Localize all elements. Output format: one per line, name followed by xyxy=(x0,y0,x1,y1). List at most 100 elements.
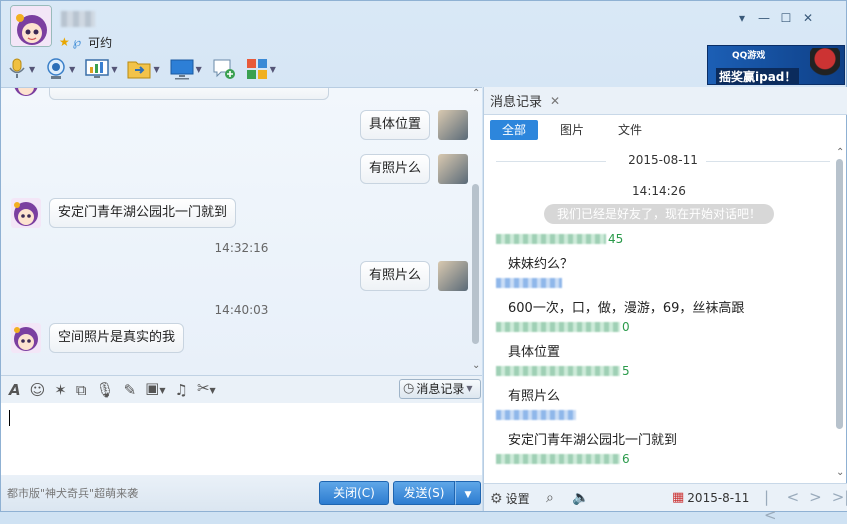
chevron-down-icon[interactable]: ▼ xyxy=(153,65,159,74)
tab-message-history[interactable]: 消息记录 ✕ xyxy=(490,91,560,111)
history-settings-button[interactable]: ⚙ 设置 xyxy=(490,490,530,507)
scroll-down-icon[interactable]: ⌄ xyxy=(472,360,480,371)
message-row-right: 有照片么 xyxy=(359,154,468,184)
history-sender: 45 xyxy=(496,232,623,246)
history-message[interactable]: 具体位置 xyxy=(508,341,560,360)
screen-share-icon xyxy=(85,59,110,78)
qq-chat-window: ★ ℘ 可约 ▾ — ☐ ✕ QQ游戏 摇奖赢ipad！ ▼ ▼ ▼ ▼ ▼ ▼… xyxy=(0,0,847,524)
doodle-icon[interactable]: ✎ xyxy=(124,381,137,399)
next-page-icon[interactable]: > xyxy=(809,488,822,524)
app-center-button[interactable]: ▼ xyxy=(246,58,276,80)
contact-mini-avatar xyxy=(11,88,41,98)
history-message[interactable]: 妹妹约么？ xyxy=(508,253,573,272)
close-button[interactable]: 关闭(C) xyxy=(319,481,389,505)
menu-down-icon[interactable]: ▾ xyxy=(731,9,753,27)
history-date-picker[interactable]: ▦ 2015-8-11 xyxy=(672,490,749,505)
history-scrollbar[interactable]: ⌃ ⌄ xyxy=(834,147,846,483)
voice-icon[interactable]: 🎙 xyxy=(96,381,115,399)
message-history-label: 消息记录 xyxy=(416,382,465,396)
history-message[interactable]: 600一次，口，做，漫游，69，丝袜高跟 xyxy=(508,297,744,316)
scroll-up-icon[interactable]: ⌃ xyxy=(472,88,480,99)
music-icon[interactable]: ♫ xyxy=(175,381,188,399)
sender-name-blurred xyxy=(496,234,606,244)
gear-icon: ⚙ xyxy=(490,490,503,507)
scroll-up-icon[interactable]: ⌃ xyxy=(836,147,844,158)
chevron-down-icon[interactable]: ▼ xyxy=(270,65,276,74)
maximize-icon[interactable]: ☐ xyxy=(775,9,797,27)
prev-page-icon[interactable]: < xyxy=(787,488,800,524)
history-message[interactable]: 安定门青年湖公园北一门就到 xyxy=(508,429,677,448)
history-tab-title: 消息记录 xyxy=(490,95,543,110)
minimize-icon[interactable]: — xyxy=(753,9,775,27)
remote-desktop-icon xyxy=(170,59,194,80)
close-icon[interactable]: ✕ xyxy=(797,9,819,27)
ad-banner[interactable]: QQ游戏 摇奖赢ipad！ xyxy=(707,45,845,85)
promo-link[interactable]: 都市版"神犬奇兵"超萌来袭 xyxy=(7,485,138,501)
message-area[interactable]: 具体位置 有照片么 安定门青年湖公园北一门就到 14:32:16 有照片么 14… xyxy=(1,87,482,375)
message-history-button[interactable]: ◷ 消息记录 ▼ xyxy=(399,379,481,399)
history-bottom-date: 2015-8-11 xyxy=(687,490,750,505)
video-call-button[interactable]: ▼ xyxy=(45,58,75,80)
system-message: 我们已经是好友了，现在开始对话吧！ xyxy=(544,204,774,224)
message-bubble[interactable]: 有照片么 xyxy=(359,154,430,184)
chevron-down-icon[interactable]: ▼ xyxy=(29,65,35,74)
scrollbar-thumb[interactable] xyxy=(836,159,843,429)
message-bubble[interactable]: 有照片么 xyxy=(359,261,430,291)
close-icon[interactable]: ✕ xyxy=(550,94,560,108)
message-row-right: 具体位置 xyxy=(359,110,468,140)
create-discussion-button[interactable] xyxy=(212,58,236,80)
ad-logo: QQ游戏 xyxy=(732,51,766,61)
message-bubble[interactable]: 具体位置 xyxy=(359,110,430,140)
send-button[interactable]: 发送(S) xyxy=(393,481,455,505)
history-sender xyxy=(496,408,576,422)
sender-name-blurred xyxy=(496,410,576,420)
create-discussion-icon xyxy=(213,59,235,79)
history-sender: 6 xyxy=(496,452,630,466)
call-toolbar: ▼ ▼ ▼ ▼ ▼ ▼ xyxy=(7,55,276,83)
scissors-icon[interactable]: ✂▼ xyxy=(197,379,216,400)
history-settings-label: 设置 xyxy=(505,492,530,506)
sender-name-blurred xyxy=(496,322,620,332)
speaker-icon[interactable]: 🔈 xyxy=(572,490,589,506)
chevron-down-icon[interactable]: ▼ xyxy=(111,65,117,74)
screenshot-icon[interactable]: ⧉ xyxy=(76,381,87,399)
filter-all[interactable]: 全部 xyxy=(490,120,538,140)
chevron-down-icon[interactable]: ▼ xyxy=(196,65,202,74)
emoji-icon[interactable]: ☺ xyxy=(30,381,46,399)
voice-call-button[interactable]: ▼ xyxy=(7,58,35,80)
chevron-down-icon: ▼ xyxy=(466,384,473,393)
qzone-icon[interactable]: ℘ xyxy=(73,35,81,49)
message-input[interactable] xyxy=(1,403,482,475)
chat-header: ★ ℘ 可约 ▾ — ☐ ✕ QQ游戏 摇奖赢ipad！ ▼ ▼ ▼ ▼ ▼ ▼ xyxy=(1,1,846,87)
history-tab-bar: 消息记录 ✕ xyxy=(484,87,847,115)
search-icon[interactable]: ⌕ xyxy=(546,490,554,506)
self-mini-avatar xyxy=(438,110,468,140)
send-options-button[interactable]: ▼ xyxy=(455,481,481,505)
chat-footer: 都市版"神犬奇兵"超萌来袭 关闭(C) 发送(S) ▼ xyxy=(1,475,482,511)
self-mini-avatar xyxy=(438,261,468,291)
scroll-down-icon[interactable]: ⌄ xyxy=(836,467,844,478)
filter-images[interactable]: 图片 xyxy=(548,120,596,140)
scrollbar-thumb[interactable] xyxy=(472,184,479,344)
sender-id-tail: 6 xyxy=(622,452,630,466)
contact-avatar[interactable] xyxy=(10,5,52,47)
shake-icon[interactable]: ✶ xyxy=(54,381,67,399)
message-timestamp: 14:40:03 xyxy=(214,303,269,317)
remote-desktop-button[interactable]: ▼ xyxy=(170,58,202,80)
message-bubble[interactable]: 安定门青年湖公园北一门就到 xyxy=(49,198,237,228)
screen-share-button[interactable]: ▼ xyxy=(85,58,117,80)
filter-files[interactable]: 文件 xyxy=(606,120,654,140)
file-transfer-button[interactable]: ▼ xyxy=(127,58,160,80)
message-timestamp: 14:32:16 xyxy=(214,241,269,255)
self-mini-avatar xyxy=(438,154,468,184)
message-bubble[interactable]: 空间照片是真实的我 xyxy=(49,323,185,353)
last-page-icon[interactable]: >| xyxy=(832,488,847,524)
font-icon[interactable]: A xyxy=(9,381,21,399)
message-scrollbar[interactable]: ⌃ ⌄ xyxy=(470,88,482,375)
chevron-down-icon[interactable]: ▼ xyxy=(69,65,75,74)
contact-name-blurred xyxy=(61,11,95,27)
first-page-icon[interactable]: |< xyxy=(764,488,777,524)
history-message[interactable]: 有照片么 xyxy=(508,385,560,404)
status-row: ★ ℘ 可约 xyxy=(59,34,112,50)
image-icon[interactable]: ▣▼ xyxy=(145,379,165,400)
